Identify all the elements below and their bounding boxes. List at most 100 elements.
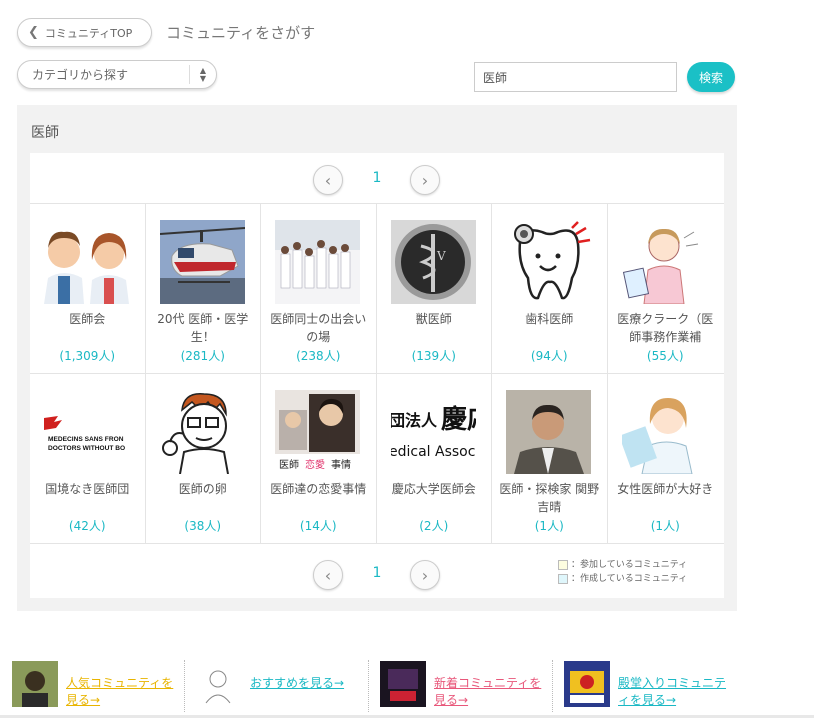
community-name: 歯科医師	[525, 312, 574, 326]
footer-recommend-link[interactable]: おすすめを見る→	[250, 675, 360, 692]
next-page-button[interactable]: ›	[410, 560, 440, 590]
footer-divider	[184, 660, 185, 712]
chevron-left-icon: ‹	[324, 170, 332, 190]
community-top-button[interactable]: ❮ コミュニティTOP	[17, 18, 152, 47]
msf-text-line: DOCTORS WITHOUT BO	[48, 445, 125, 452]
community-card[interactable]: 女性医師が大好き (1人)	[608, 374, 724, 543]
community-card[interactable]: 20代 医師・医学生！ (281人)	[146, 204, 261, 373]
page-number[interactable]: 1	[367, 170, 387, 186]
legend: ：参加しているコミュニティ ：作成しているコミュニティ	[558, 558, 687, 586]
drama-poster-icon: 医師 恋愛 事情	[275, 390, 360, 474]
msf-text-line: MEDECINS SANS FRON	[48, 436, 124, 443]
grid-row: 医師会 (1,309人) 20代 医師・医学生！ (281人) 医師同士の出会い…	[30, 204, 724, 374]
footer-divider	[368, 660, 369, 712]
community-card[interactable]: 医師の卵 (38人)	[146, 374, 261, 543]
community-grid: 医師会 (1,309人) 20代 医師・医学生！ (281人) 医師同士の出会い…	[30, 203, 724, 544]
new-thumb-icon	[380, 661, 426, 707]
community-card[interactable]: MEDECINS SANS FRON DOCTORS WITHOUT BO 国境…	[30, 374, 146, 543]
prev-page-button[interactable]: ‹	[313, 165, 343, 195]
footer-popular-link[interactable]: 人気コミュニティを見る→	[66, 675, 176, 709]
helicopter-icon	[159, 220, 245, 304]
chevron-left-icon: ❮	[28, 25, 39, 40]
community-card[interactable]: 医師同士の出会いの場 (238人)	[261, 204, 377, 373]
page-title: コミュニティをさがす	[166, 24, 316, 42]
footer-popular[interactable]: 人気コミュニティを見る→	[12, 661, 176, 713]
community-card[interactable]: 医師・探検家 関野吉晴 (1人)	[492, 374, 608, 543]
community-card[interactable]: 医療クラーク（医師事務作業補 (55人)	[608, 204, 724, 373]
community-name: 医師会	[69, 312, 106, 326]
recommend-thumb-icon	[196, 661, 242, 707]
vet-emblem-icon: V	[390, 220, 476, 304]
footer-new[interactable]: 新着コミュニティを見る→	[380, 661, 544, 713]
search-button[interactable]: 検索	[687, 62, 735, 92]
keio-text-line: 団法人	[391, 411, 438, 430]
search-input[interactable]	[474, 62, 677, 92]
keio-text-line: 慶応	[441, 404, 476, 435]
footer-divider	[552, 660, 553, 712]
member-count: (238人)	[296, 349, 341, 363]
joined-swatch	[558, 559, 568, 570]
community-name: 国境なき医師団	[45, 482, 130, 496]
community-name: 医師達の恋愛事情	[270, 482, 367, 496]
community-name: 女性医師が大好き	[617, 482, 714, 496]
svg-text:事情: 事情	[331, 458, 351, 471]
community-name: 20代 医師・医学生！	[157, 312, 249, 344]
community-name: 医師の卵	[178, 482, 227, 496]
popular-thumb-icon	[12, 661, 58, 707]
svg-text:恋愛: 恋愛	[305, 458, 325, 471]
cartoon-doctor-icon	[159, 390, 245, 474]
updown-arrows-icon: ▲ ▼	[199, 65, 206, 83]
footer-new-link[interactable]: 新着コミュニティを見る→	[434, 675, 544, 709]
community-name: 医療クラーク（医師事務作業補	[617, 312, 714, 344]
keio-text-icon: 団法人 慶応 edical Assoc	[390, 390, 476, 474]
category-select-label: カテゴリから探す	[32, 68, 129, 82]
footer-recommend[interactable]: おすすめを見る→	[196, 661, 360, 713]
chevron-right-icon: ›	[421, 170, 429, 190]
member-count: (281人)	[180, 349, 225, 363]
member-count: (1,309人)	[59, 349, 116, 363]
community-card[interactable]: 歯科医師 (94人)	[492, 204, 608, 373]
nurse-icon	[621, 220, 707, 304]
member-count: (1人)	[534, 519, 564, 533]
community-name: 医師同士の出会いの場	[270, 312, 367, 344]
results-list: ‹ 1 › 医師会 (1,309人) 20代 医師・医学生！ (281人) 医師…	[30, 153, 724, 598]
community-name: 医師・探検家 関野吉晴	[499, 482, 600, 514]
tooth-icon	[506, 220, 591, 304]
doctor-couple-icon	[44, 220, 129, 304]
doctor-group-icon	[275, 220, 360, 304]
footer-nav: 人気コミュニティを見る→ おすすめを見る→ 新着コミュニティを見る→ 殿堂入りコ…	[0, 655, 814, 718]
footer-hall-of-fame[interactable]: 殿堂入りコミュニティを見る→	[564, 661, 728, 713]
created-swatch	[558, 573, 568, 584]
page-number[interactable]: 1	[367, 565, 387, 581]
member-count: (94人)	[530, 349, 568, 363]
grid-row: MEDECINS SANS FRON DOCTORS WITHOUT BO 国境…	[30, 374, 724, 544]
pager-top: ‹ 1 ›	[30, 153, 724, 203]
community-card[interactable]: 団法人 慶応 edical Assoc 慶応大学医師会 (2人)	[377, 374, 492, 543]
svg-text:V: V	[436, 249, 446, 263]
svg-text:医師: 医師	[279, 458, 299, 471]
member-count: (55人)	[646, 349, 684, 363]
member-count: (42人)	[68, 519, 106, 533]
portrait-icon	[506, 390, 591, 474]
community-card[interactable]: V 獣医師 (139人)	[377, 204, 492, 373]
member-count: (14人)	[299, 519, 337, 533]
footer-hall-of-fame-link[interactable]: 殿堂入りコミュニティを見る→	[618, 675, 728, 709]
next-page-button[interactable]: ›	[410, 165, 440, 195]
member-count: (1人)	[650, 519, 680, 533]
female-doctor-icon	[621, 390, 707, 474]
select-divider	[189, 65, 190, 84]
community-card[interactable]: 医師 恋愛 事情 医師達の恋愛事情 (14人)	[261, 374, 377, 543]
community-card[interactable]: 医師会 (1,309人)	[30, 204, 146, 373]
legend-joined: ：参加しているコミュニティ	[571, 560, 688, 570]
member-count: (2人)	[419, 519, 449, 533]
category-select[interactable]: カテゴリから探す ▲ ▼	[17, 60, 217, 89]
chevron-right-icon: ›	[421, 565, 429, 585]
prev-page-button[interactable]: ‹	[313, 560, 343, 590]
member-count: (139人)	[411, 349, 456, 363]
member-count: (38人)	[184, 519, 222, 533]
community-name: 獣医師	[415, 312, 452, 326]
legend-created: ：作成しているコミュニティ	[571, 574, 688, 584]
results-heading: 医師	[31, 125, 59, 141]
msf-logo-icon: MEDECINS SANS FRON DOCTORS WITHOUT BO	[44, 390, 129, 474]
hall-of-fame-thumb-icon	[564, 661, 610, 707]
